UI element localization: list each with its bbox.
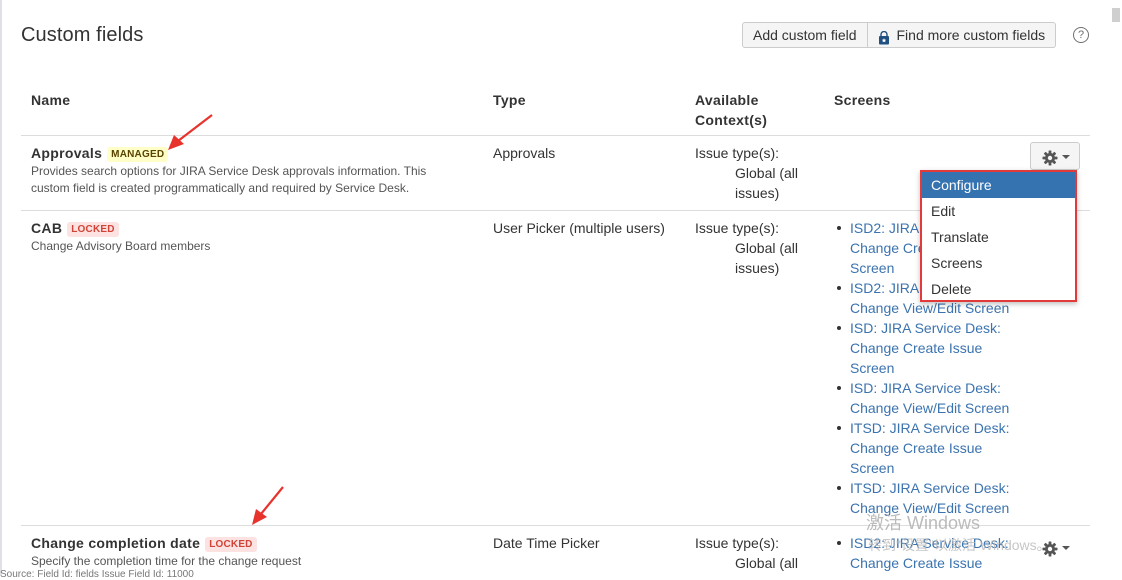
windows-activation-subtext: 转到"设置"以激活 Windows。 (868, 537, 1051, 553)
list-item: ISD: JIRA Service Desk: Change Create Is… (835, 318, 1015, 378)
field-description: Change Advisory Board members (31, 239, 211, 253)
column-header-screens[interactable]: Screens (834, 90, 891, 110)
field-description: Provides search options for JIRA Service… (31, 164, 427, 195)
field-name-cell: Change completion date LOCKED (31, 535, 257, 552)
screen-link[interactable]: ITSD: JIRA Service Desk: Change Create I… (850, 420, 1009, 476)
field-type: Approvals (493, 145, 556, 161)
help-icon[interactable]: ? (1073, 27, 1089, 43)
header-actions: Add custom field Find more custom fields (742, 22, 1057, 48)
gear-icon (1042, 150, 1058, 166)
menu-item-edit[interactable]: Edit (922, 198, 1075, 224)
locked-badge: LOCKED (67, 222, 119, 237)
menu-item-translate[interactable]: Translate (922, 224, 1075, 250)
context-value: Global (all issues) (735, 240, 799, 276)
context-label: Issue type(s): (695, 145, 780, 161)
page-title: Custom fields (21, 24, 144, 46)
context-value: Global (all issues) (735, 165, 799, 201)
scrollbar-thumb[interactable] (1112, 8, 1120, 22)
page-left-edge (0, 0, 2, 575)
add-custom-field-button[interactable]: Add custom field (742, 22, 868, 48)
locked-badge: LOCKED (205, 537, 257, 552)
list-item: ISD: JIRA Service Desk: Change View/Edit… (835, 378, 1015, 418)
field-name: Change completion date (31, 535, 201, 551)
column-header-context[interactable]: Available Context(s) (695, 90, 805, 130)
column-header-name[interactable]: Name (31, 90, 70, 110)
chevron-down-icon (1062, 546, 1070, 550)
field-actions-dropdown: Configure Edit Translate Screens Delete (920, 170, 1077, 302)
windows-activation-watermark: 激活 Windows (866, 513, 981, 533)
list-item: ITSD: JIRA Service Desk: Change Create I… (835, 418, 1015, 478)
field-name: Approvals (31, 145, 103, 161)
field-actions-button[interactable] (1030, 142, 1080, 170)
chevron-down-icon (1062, 155, 1070, 159)
screen-link[interactable]: ISD: JIRA Service Desk: Change View/Edit… (850, 380, 1009, 416)
context-label: Issue type(s): (695, 220, 780, 236)
field-name-cell: Approvals MANAGED (31, 145, 169, 162)
vertical-scrollbar[interactable] (1110, 0, 1122, 575)
column-header-type[interactable]: Type (493, 90, 526, 110)
find-more-label: Find more custom fields (896, 27, 1046, 43)
field-name-cell: CAB LOCKED (31, 220, 119, 237)
context-value: Global (all (735, 555, 799, 571)
field-name: CAB (31, 220, 63, 236)
annotation-arrow-icon (168, 114, 213, 150)
screen-link[interactable]: ISD: JIRA Service Desk: Change Create Is… (850, 320, 1001, 376)
menu-item-configure[interactable]: Configure (922, 172, 1075, 198)
marketplace-bag-icon (878, 28, 890, 45)
field-type: Date Time Picker (493, 535, 600, 551)
menu-item-screens[interactable]: Screens (922, 250, 1075, 276)
field-description: Specify the completion time for the chan… (31, 554, 302, 568)
find-more-custom-fields-button[interactable]: Find more custom fields (867, 22, 1057, 48)
context-label: Issue type(s): (695, 535, 780, 551)
menu-item-delete[interactable]: Delete (922, 276, 1075, 302)
annotation-arrow-icon (252, 486, 284, 525)
field-type: User Picker (multiple users) (493, 220, 665, 236)
